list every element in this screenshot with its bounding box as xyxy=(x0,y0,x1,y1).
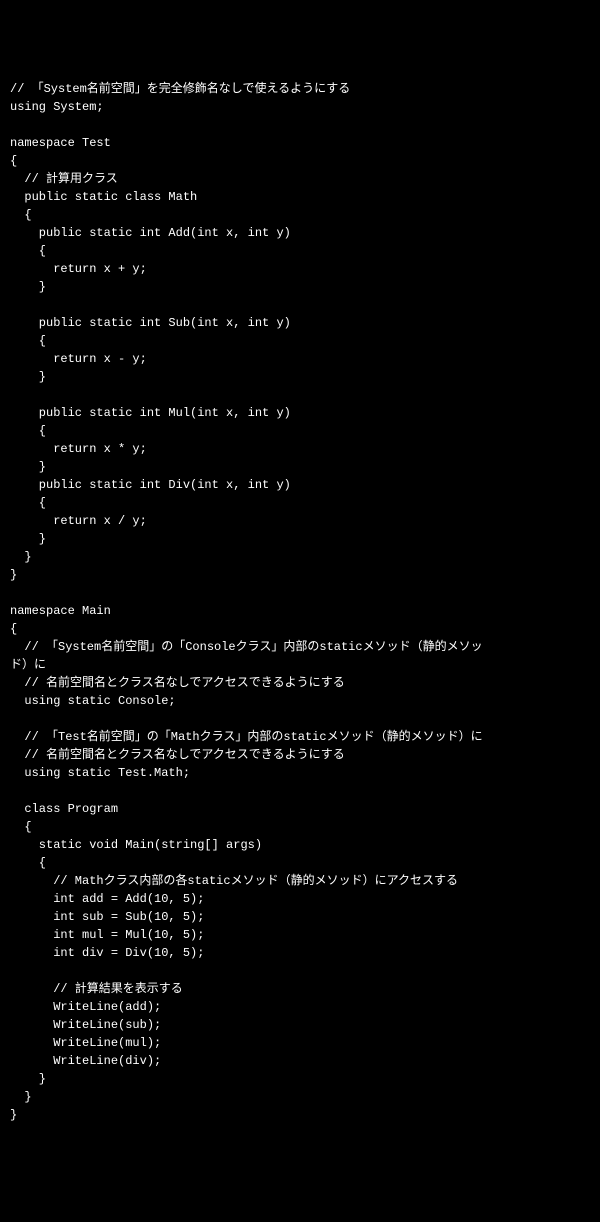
code-text: // 「System名前空間」を完全修飾名なしで使えるようにする using S… xyxy=(10,82,483,1122)
code-block: // 「System名前空間」を完全修飾名なしで使えるようにする using S… xyxy=(10,80,590,1124)
